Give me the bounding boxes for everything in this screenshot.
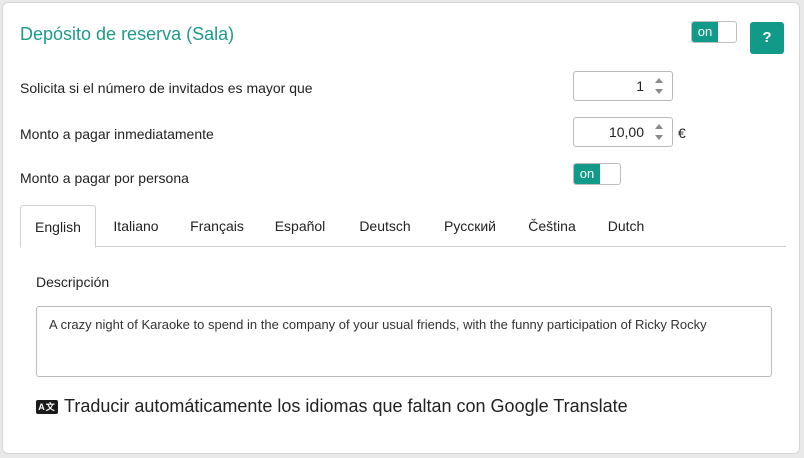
help-button[interactable]: ? (750, 22, 784, 54)
currency-symbol: € (678, 125, 686, 141)
description-text: A crazy night of Karaoke to spend in the… (49, 317, 707, 332)
guests-threshold-value: 1 (636, 78, 644, 94)
arrow-up-icon[interactable] (655, 78, 663, 83)
tab-espanol[interactable]: Español (268, 205, 332, 247)
tab-english[interactable]: English (20, 205, 96, 248)
tab-deutsch[interactable]: Deutsch (348, 205, 422, 247)
arrow-down-icon[interactable] (655, 135, 663, 140)
description-label: Descripción (36, 274, 110, 290)
guests-threshold-label: Solicita si el número de invitados es ma… (20, 80, 313, 96)
section-title: Depósito de reserva (Sala) (20, 24, 235, 44)
tab-francais[interactable]: Français (182, 205, 252, 247)
spinner-arrows-icon[interactable] (654, 76, 664, 96)
auto-translate-link[interactable]: A文 Traducir automáticamente los idiomas … (36, 396, 628, 417)
amount-stepper[interactable]: 10,00 (573, 117, 673, 147)
spinner-arrows-icon[interactable] (654, 122, 664, 142)
deposit-toggle[interactable]: on (691, 21, 737, 43)
guests-threshold-stepper[interactable]: 1 (573, 71, 673, 101)
language-tabs: English Italiano Français Español Deutsc… (20, 205, 786, 248)
translate-icon: A文 (36, 399, 58, 414)
amount-value: 10,00 (608, 124, 644, 140)
tab-cestina[interactable]: Čeština (520, 205, 584, 247)
per-person-toggle[interactable]: on (573, 163, 621, 185)
deposit-panel: Depósito de reserva (Sala) on ? Solicita… (2, 2, 800, 454)
tab-dutch[interactable]: Dutch (598, 205, 654, 247)
tab-italiano[interactable]: Italiano (104, 205, 168, 247)
per-person-toggle-label: on (574, 164, 600, 184)
auto-translate-label: Traducir automáticamente los idiomas que… (64, 396, 628, 416)
arrow-up-icon[interactable] (655, 124, 663, 129)
description-textarea[interactable]: A crazy night of Karaoke to spend in the… (36, 306, 772, 377)
per-person-label: Monto a pagar por persona (20, 170, 189, 186)
amount-label: Monto a pagar inmediatamente (20, 126, 214, 142)
arrow-down-icon[interactable] (655, 89, 663, 94)
tab-russian[interactable]: Русский (432, 205, 508, 247)
deposit-toggle-label: on (692, 22, 718, 42)
